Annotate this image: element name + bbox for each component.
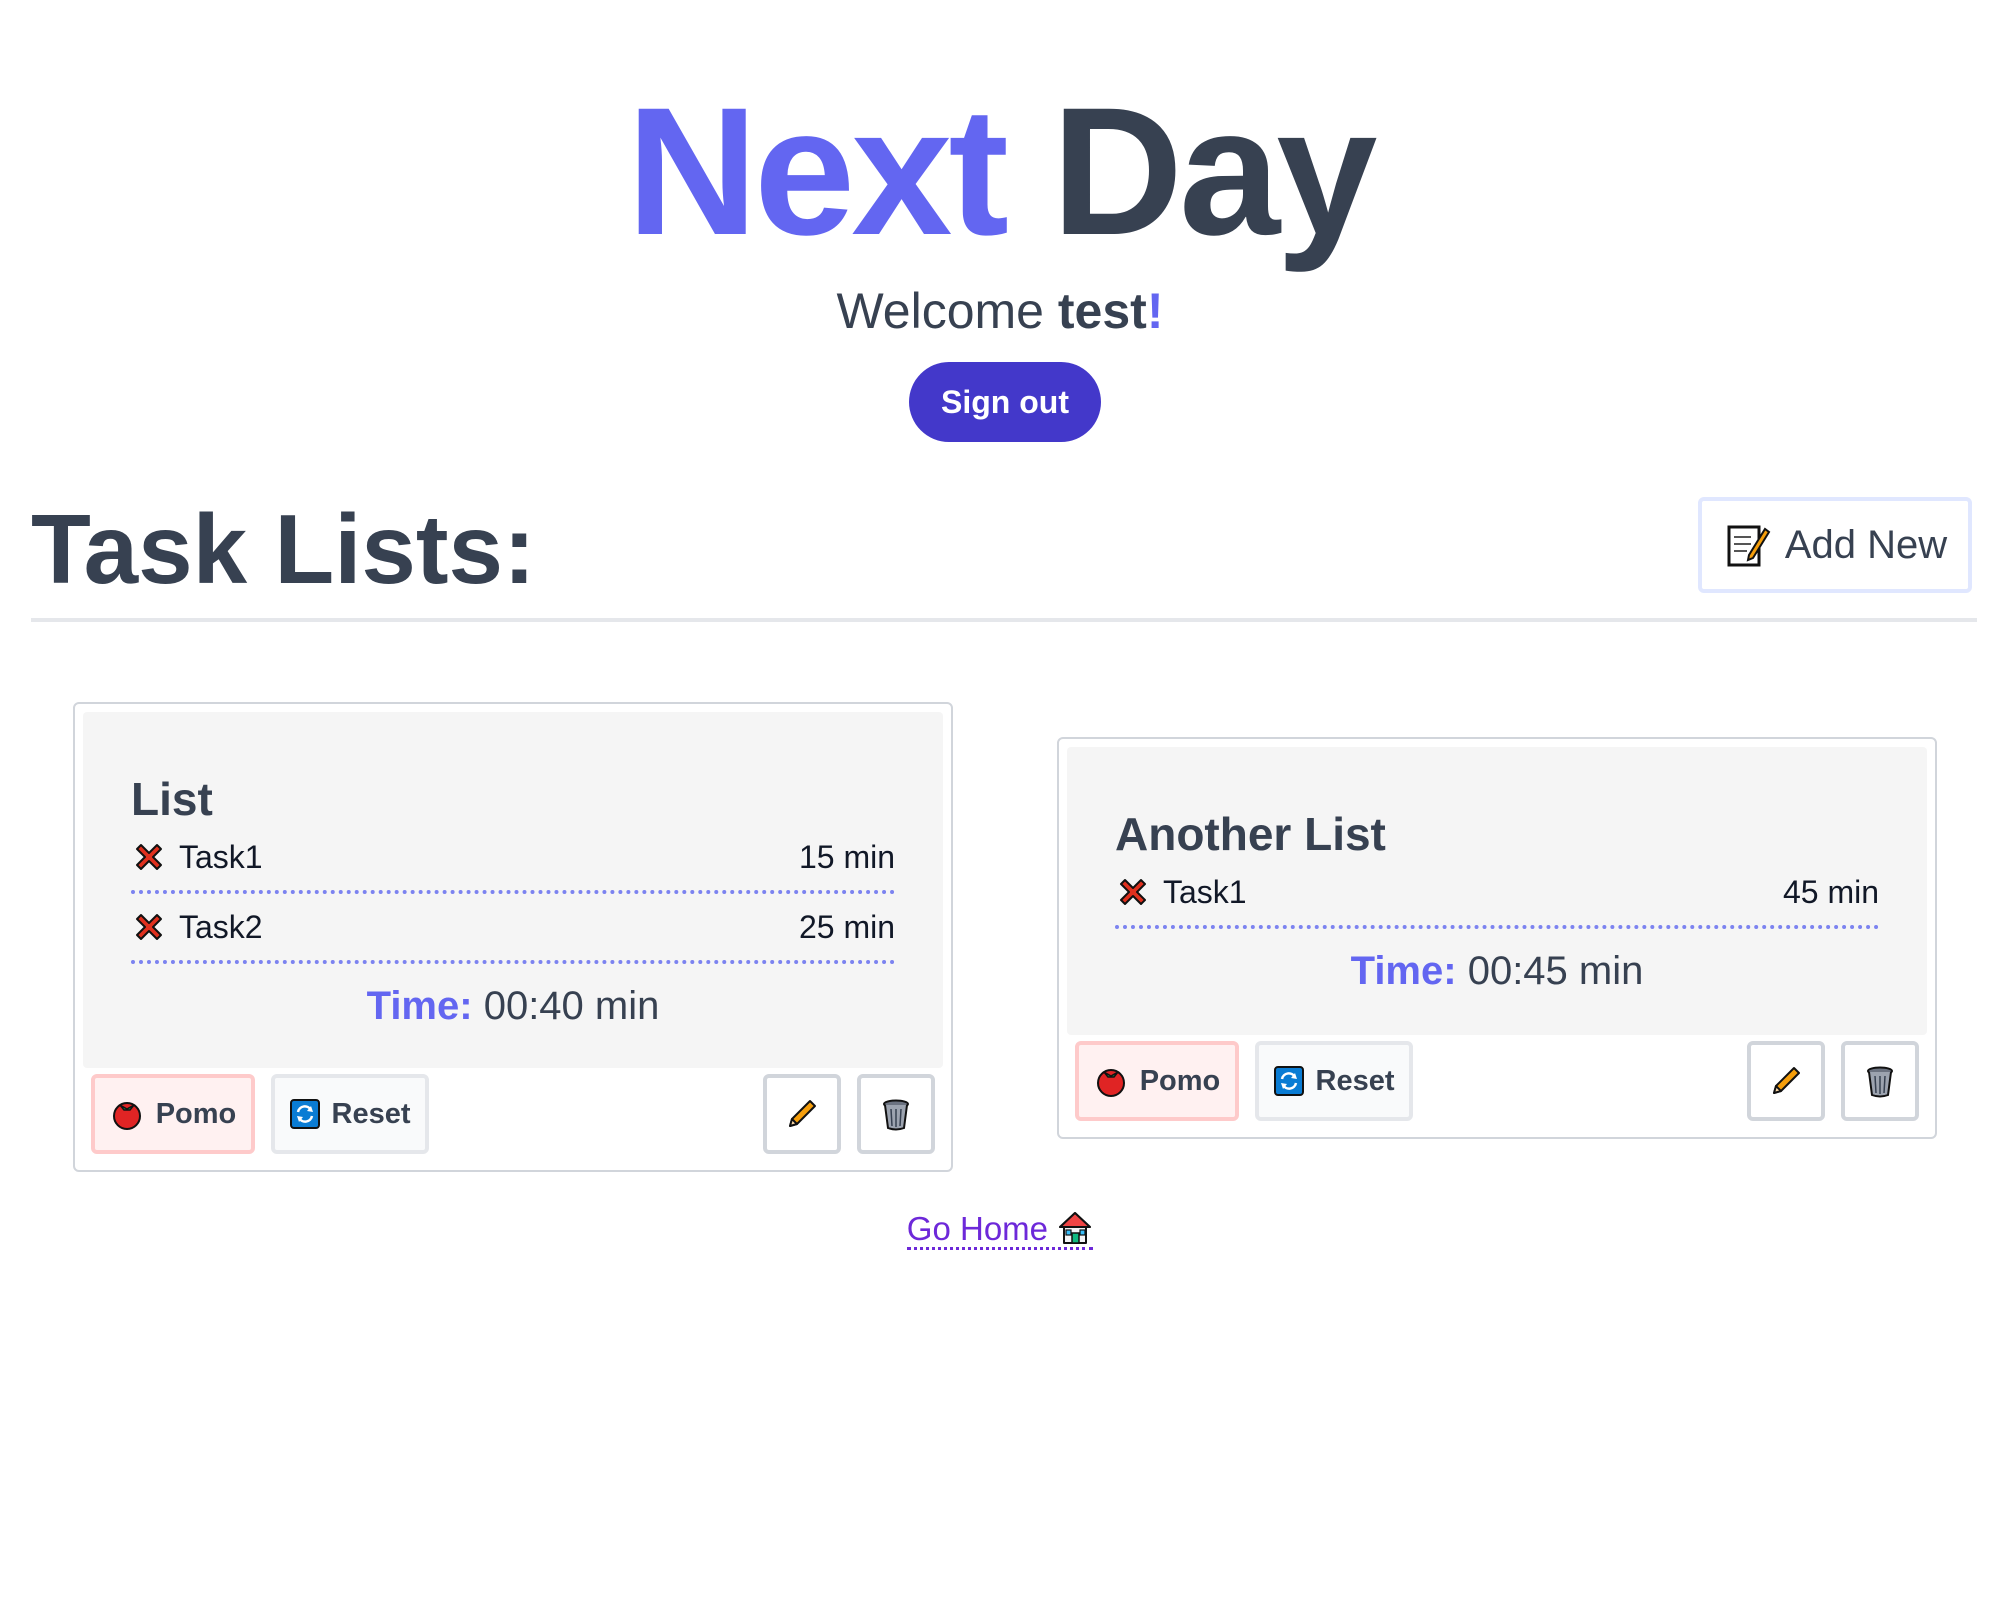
reset-button[interactable]: Reset xyxy=(271,1074,429,1154)
task-list-body: List Task1 15 min Task2 25 min Time: 00:… xyxy=(83,712,943,1068)
welcome-message: Welcome test! xyxy=(0,282,2000,340)
app-title-part2: Day xyxy=(1051,69,1378,273)
section-divider xyxy=(31,618,1977,622)
task-duration: 15 min xyxy=(798,838,895,875)
pencil-icon xyxy=(789,1100,816,1127)
cross-mark-icon[interactable] xyxy=(131,839,167,875)
welcome-exclamation: ! xyxy=(1146,283,1164,339)
task-row: Task2 25 min xyxy=(131,894,895,964)
memo-icon xyxy=(1727,525,1771,567)
app-title-part1: Next xyxy=(626,69,1009,273)
task-list-body: Another List Task1 45 min Time: 00:45 mi… xyxy=(1067,747,1927,1035)
task-list-title: Another List xyxy=(1115,808,1386,860)
sign-out-button[interactable]: Sign out xyxy=(909,362,1101,442)
card-actions: Pomo Reset xyxy=(1075,1041,1919,1121)
delete-button[interactable] xyxy=(1841,1041,1919,1121)
total-time-value: 00:40 min xyxy=(483,984,660,1028)
total-time-value: 00:45 min xyxy=(1467,949,1644,993)
edit-button[interactable] xyxy=(1747,1041,1825,1121)
app-title: Next Day xyxy=(0,80,2000,262)
reset-label: Reset xyxy=(331,1097,411,1130)
task-row: Task1 15 min xyxy=(131,824,895,894)
cross-mark-icon[interactable] xyxy=(131,909,167,945)
task-name: Task1 xyxy=(1163,873,1247,910)
go-home: Go Home xyxy=(0,1210,2000,1250)
trash-icon xyxy=(883,1099,909,1131)
task-duration: 25 min xyxy=(798,908,895,945)
tomato-icon xyxy=(112,1102,141,1130)
trash-icon xyxy=(1867,1066,1893,1098)
go-home-label: Go Home xyxy=(906,1210,1049,1247)
house-icon xyxy=(1059,1212,1092,1244)
pomo-button[interactable]: Pomo xyxy=(1075,1041,1239,1121)
welcome-prefix: Welcome xyxy=(836,283,1044,339)
pencil-icon xyxy=(1773,1067,1800,1094)
tomato-icon xyxy=(1096,1069,1125,1097)
reset-label: Reset xyxy=(1315,1064,1395,1097)
add-new-button[interactable]: Add New xyxy=(1698,497,1972,593)
task-name: Task2 xyxy=(179,908,263,945)
delete-button[interactable] xyxy=(857,1074,935,1154)
add-new-label: Add New xyxy=(1784,522,1948,567)
task-name: Task1 xyxy=(179,838,263,875)
reset-button[interactable]: Reset xyxy=(1255,1041,1413,1121)
task-duration: 45 min xyxy=(1782,873,1879,910)
pomo-label: Pomo xyxy=(155,1097,237,1130)
go-home-link[interactable]: Go Home xyxy=(906,1210,1094,1250)
page: Next Day Welcome test! Sign out Task Lis… xyxy=(0,0,2000,1600)
total-time-label: Time: xyxy=(366,984,473,1028)
edit-button[interactable] xyxy=(763,1074,841,1154)
pomo-button[interactable]: Pomo xyxy=(91,1074,255,1154)
task-list-title: List xyxy=(131,773,213,825)
task-row: Task1 45 min xyxy=(1115,859,1879,929)
total-time: Time: 00:45 min xyxy=(1115,929,1879,1019)
total-time-label: Time: xyxy=(1350,949,1457,993)
reset-icon xyxy=(1273,1066,1304,1096)
task-list-card: Another List Task1 45 min Time: 00:45 mi… xyxy=(1057,737,1937,1139)
reset-icon xyxy=(289,1099,320,1129)
pomo-label: Pomo xyxy=(1139,1064,1221,1097)
total-time: Time: 00:40 min xyxy=(131,964,895,1054)
task-list-card: List Task1 15 min Task2 25 min Time: 00:… xyxy=(73,702,953,1172)
username: test xyxy=(1057,283,1147,339)
cross-mark-icon[interactable] xyxy=(1115,874,1151,910)
section-title: Task Lists: xyxy=(31,494,536,604)
card-actions: Pomo Reset xyxy=(91,1074,935,1154)
